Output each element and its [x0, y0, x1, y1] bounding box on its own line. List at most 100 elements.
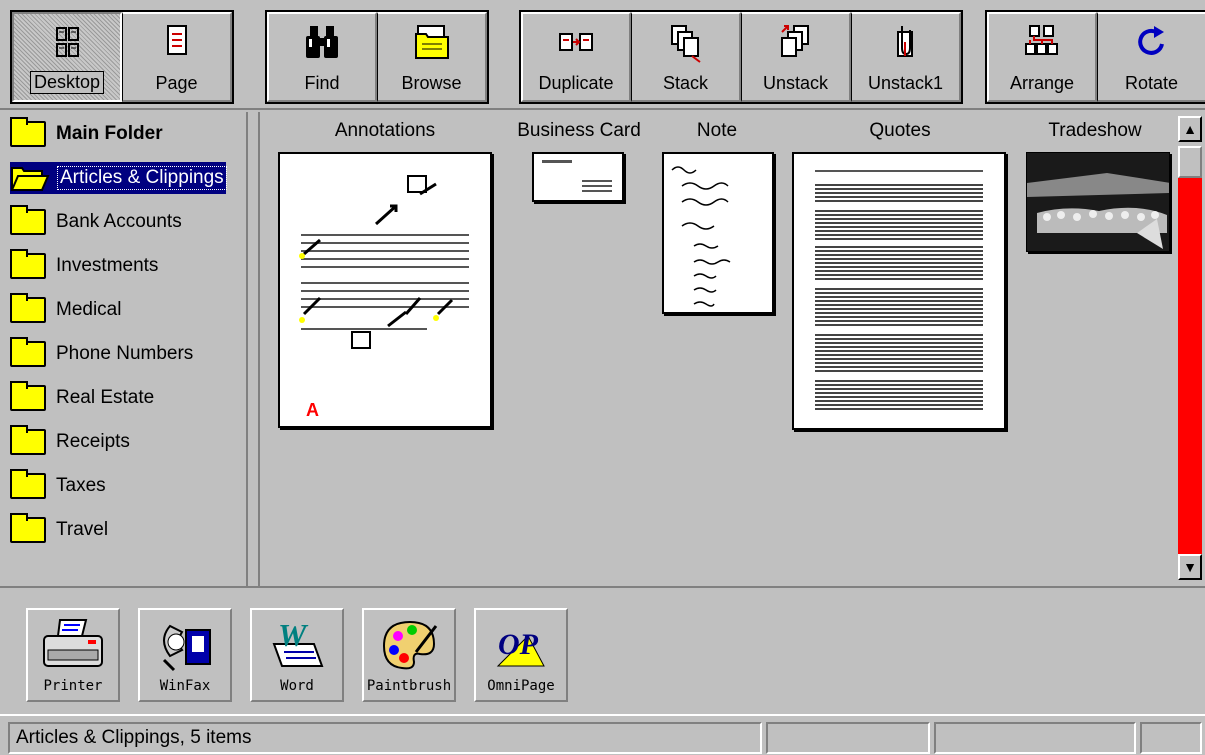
- application-launcher: Printer WinFax W Word Paintbrush OP Omni…: [0, 586, 1205, 714]
- duplicate-icon: [559, 33, 593, 51]
- stack-button[interactable]: Stack: [631, 12, 741, 102]
- folder-item-phone-numbers[interactable]: Phone Numbers: [10, 337, 193, 370]
- folder-icon: [10, 513, 46, 543]
- app-printer[interactable]: Printer: [26, 608, 120, 702]
- stack-label: Stack: [662, 73, 709, 93]
- document-title: Quotes: [869, 120, 931, 141]
- browse-button[interactable]: Browse: [377, 12, 487, 102]
- status-bar: Articles & Clippings, 5 items: [0, 714, 1205, 755]
- folder-label: Medical: [56, 299, 122, 320]
- svg-text:A: A: [306, 400, 319, 420]
- folder-item-receipts[interactable]: Receipts: [10, 425, 130, 458]
- page-label: Page: [155, 73, 198, 93]
- scroll-up-button[interactable]: ▲: [1178, 116, 1202, 142]
- scroll-track[interactable]: [1178, 178, 1202, 554]
- document-title: Annotations: [334, 120, 436, 141]
- app-winfax[interactable]: WinFax: [138, 608, 232, 702]
- printer-icon: [43, 619, 103, 667]
- status-panel-3: [934, 722, 1136, 754]
- folder-icon: [10, 425, 46, 455]
- svg-text:OP: OP: [498, 628, 539, 661]
- folder-icon: [10, 337, 46, 367]
- find-button[interactable]: Find: [267, 12, 377, 102]
- folder-item-investments[interactable]: Investments: [10, 249, 159, 282]
- app-word[interactable]: W Word: [250, 608, 344, 702]
- folder-item-travel[interactable]: Travel: [10, 513, 109, 546]
- folder-item-articles-clippings[interactable]: Articles & Clippings: [10, 162, 227, 194]
- layout-button-group: Arrange Rotate: [985, 10, 1205, 104]
- svg-text:W: W: [278, 617, 309, 653]
- find-label: Find: [304, 73, 340, 93]
- folder-label: Main Folder: [56, 123, 163, 144]
- document-thumbnail-quotes[interactable]: [792, 152, 1006, 430]
- unstack-button[interactable]: Unstack: [741, 12, 851, 102]
- desktop-label: Desktop: [29, 71, 105, 94]
- folder-item-taxes[interactable]: Taxes: [10, 469, 106, 502]
- vertical-scrollbar[interactable]: ▲ ▼: [1176, 112, 1205, 586]
- word-icon: W: [272, 617, 324, 667]
- document-thumbnail-note[interactable]: [662, 152, 774, 314]
- duplicate-button[interactable]: Duplicate: [521, 12, 631, 102]
- app-label: Paintbrush: [366, 678, 452, 694]
- folder-label: Travel: [56, 519, 109, 540]
- folder-icon: [10, 249, 46, 279]
- folder-icon: [10, 117, 46, 147]
- document-thumbnail-business-card[interactable]: [532, 152, 624, 202]
- arrange-label: Arrange: [1009, 73, 1075, 93]
- browse-label: Browse: [401, 73, 462, 93]
- scroll-down-button[interactable]: ▼: [1178, 554, 1202, 580]
- scroll-thumb[interactable]: [1178, 146, 1202, 178]
- folder-item-main-folder[interactable]: Main Folder: [10, 117, 163, 150]
- omnipage-icon: OP: [496, 628, 545, 667]
- folder-item-real-estate[interactable]: Real Estate: [10, 381, 154, 414]
- desktop-icon: [56, 27, 79, 57]
- arrow-down-icon: ▼: [1183, 559, 1197, 575]
- app-label: OmniPage: [487, 678, 555, 694]
- app-label: WinFax: [159, 678, 211, 694]
- document-business-card[interactable]: Business Card: [504, 120, 654, 142]
- binoculars-icon: [306, 26, 338, 58]
- desktop-button[interactable]: Desktop: [12, 12, 122, 102]
- unstack-label: Unstack: [762, 73, 829, 93]
- status-text: Articles & Clippings, 5 items: [8, 722, 762, 754]
- folder-icon: [10, 469, 46, 499]
- rotate-button[interactable]: Rotate: [1097, 12, 1205, 102]
- status-panel-2: [766, 722, 930, 754]
- document-thumbnail-annotations[interactable]: A: [278, 152, 492, 428]
- document-annotations[interactable]: Annotations: [276, 120, 494, 142]
- app-label: Printer: [43, 678, 103, 694]
- open-folder-icon: [10, 167, 50, 191]
- annotation-marks-icon: A: [299, 175, 454, 420]
- unstack1-label: Unstack1: [867, 73, 944, 93]
- stack-icon: [670, 25, 701, 63]
- document-title: Tradeshow: [1048, 120, 1142, 141]
- folder-label: Receipts: [56, 431, 130, 452]
- handwriting-icon: [671, 166, 731, 307]
- unstack-one-icon: [896, 26, 913, 57]
- folder-icon: [10, 205, 46, 235]
- document-area: Annotations A Business Card Note Quotes …: [258, 112, 1176, 586]
- status-panel-4: [1140, 722, 1202, 754]
- unstack1-button[interactable]: Unstack1: [851, 12, 961, 102]
- folder-label: Investments: [56, 255, 159, 276]
- arrange-icon: [1025, 25, 1058, 55]
- stack-button-group: Duplicate Stack Unstack Unstack1: [519, 10, 963, 104]
- photo-icon: [1027, 153, 1169, 251]
- document-title: Note: [696, 120, 738, 141]
- search-button-group: Find Browse: [265, 10, 489, 104]
- app-paintbrush[interactable]: Paintbrush: [362, 608, 456, 702]
- document-note[interactable]: Note: [660, 120, 774, 142]
- folder-icon: [10, 381, 46, 411]
- rotate-label: Rotate: [1124, 73, 1179, 93]
- document-tradeshow[interactable]: Tradeshow: [1020, 120, 1170, 142]
- duplicate-label: Duplicate: [538, 73, 614, 93]
- arrange-button[interactable]: Arrange: [987, 12, 1097, 102]
- document-title: Business Card: [517, 120, 641, 141]
- page-icon: [166, 25, 187, 55]
- app-omnipage[interactable]: OP OmniPage: [474, 608, 568, 702]
- folder-item-medical[interactable]: Medical: [10, 293, 122, 326]
- folder-item-bank-accounts[interactable]: Bank Accounts: [10, 205, 182, 238]
- document-thumbnail-tradeshow[interactable]: [1026, 152, 1170, 252]
- document-quotes[interactable]: Quotes: [792, 120, 1008, 142]
- page-button[interactable]: Page: [122, 12, 232, 102]
